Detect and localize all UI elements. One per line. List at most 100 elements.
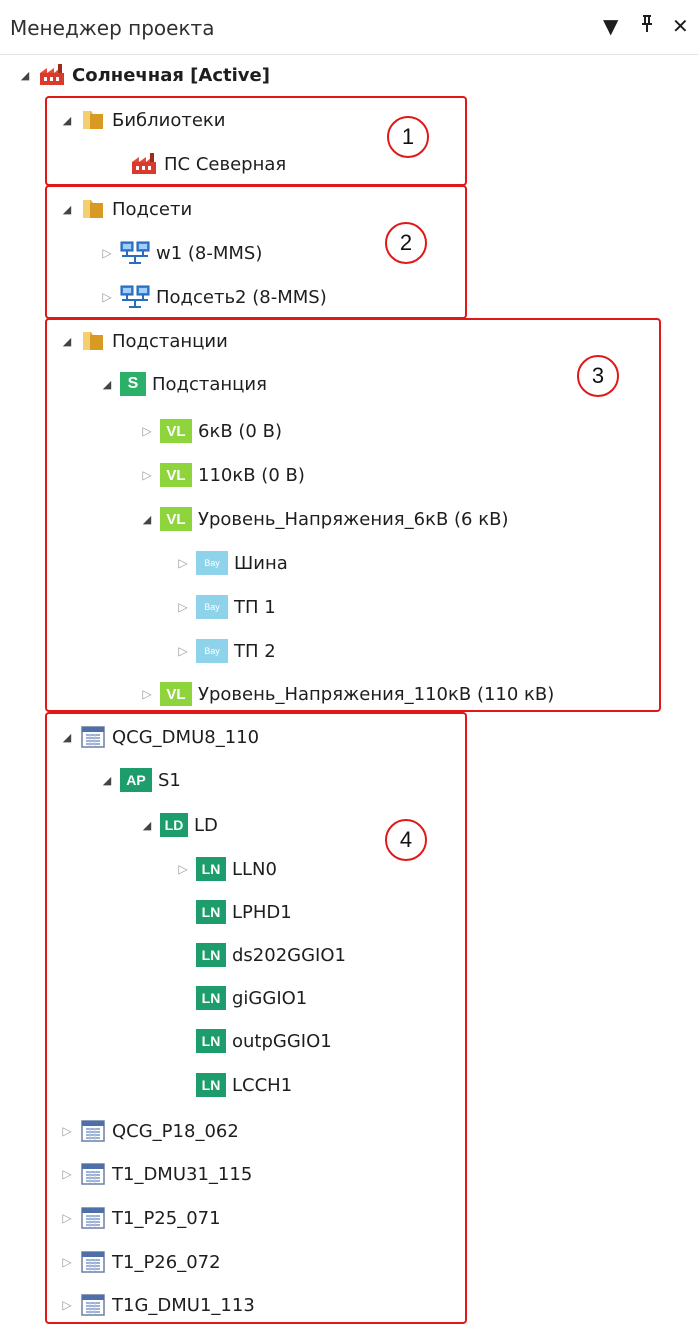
tree-node-label: ТП 1 bbox=[234, 596, 276, 618]
dropdown-icon[interactable]: ▼ bbox=[603, 14, 618, 38]
node-type-badge: VL bbox=[160, 682, 192, 706]
pin-icon[interactable] bbox=[640, 14, 654, 39]
expand-arrow-icon[interactable]: ▷ bbox=[60, 1298, 74, 1312]
node-type-badge: Bay bbox=[196, 551, 228, 575]
expand-arrow-icon[interactable]: ▷ bbox=[176, 556, 190, 570]
tree-node-label: Подстанции bbox=[112, 330, 228, 352]
factory-icon bbox=[130, 151, 158, 177]
expand-arrow-icon[interactable]: ▷ bbox=[60, 1167, 74, 1181]
expand-arrow-icon[interactable]: ▷ bbox=[140, 687, 154, 701]
tree-node-label: ТП 2 bbox=[234, 640, 276, 662]
tree-node[interactable]: ◢ QCG_DMU8_110 bbox=[60, 718, 259, 756]
tree-node[interactable]: LN giGGIO1 bbox=[176, 979, 307, 1017]
tree-node-label: 110кВ (0 В) bbox=[198, 464, 305, 486]
expand-arrow-icon[interactable]: ▷ bbox=[60, 1124, 74, 1138]
tree-node[interactable]: ПС Северная bbox=[110, 145, 286, 183]
ied-icon bbox=[80, 1161, 106, 1187]
voltage-level-icon: VL bbox=[160, 681, 192, 707]
expand-arrow-icon[interactable]: ▷ bbox=[176, 600, 190, 614]
tree-node[interactable]: ◢ LD LD bbox=[140, 806, 218, 844]
node-type-badge: LN bbox=[196, 1073, 226, 1097]
tree-node-label: Подстанция bbox=[152, 373, 267, 395]
collapse-arrow-icon[interactable]: ◢ bbox=[60, 113, 74, 127]
tree-node[interactable]: ◢ AP S1 bbox=[100, 761, 181, 799]
expand-arrow-icon[interactable]: ▷ bbox=[176, 644, 190, 658]
tree-node[interactable]: ▷ Bay ТП 2 bbox=[176, 632, 276, 670]
collapse-arrow-icon[interactable]: ◢ bbox=[18, 68, 32, 82]
tree-node-label: LLN0 bbox=[232, 858, 277, 880]
expand-arrow-icon[interactable]: ▷ bbox=[140, 468, 154, 482]
close-icon[interactable]: ✕ bbox=[672, 14, 689, 38]
callout-1: 1 bbox=[387, 116, 429, 158]
tree-node[interactable]: ◢ S Подстанция bbox=[100, 365, 267, 403]
tree-node-label: Библиотеки bbox=[112, 109, 226, 131]
expand-arrow-icon[interactable]: ▷ bbox=[176, 862, 190, 876]
logical-node-icon: LN bbox=[196, 1028, 226, 1054]
node-type-badge: Bay bbox=[196, 639, 228, 663]
node-type-badge: VL bbox=[160, 463, 192, 487]
tree-node[interactable]: ▷ QCG_P18_062 bbox=[60, 1112, 239, 1150]
tree-node[interactable]: ▷ LN LLN0 bbox=[176, 850, 277, 888]
callout-2: 2 bbox=[385, 222, 427, 264]
expand-arrow-icon[interactable]: ▷ bbox=[100, 290, 114, 304]
tree-node[interactable]: ▷ Подсеть2 (8-MMS) bbox=[100, 278, 327, 316]
collapse-arrow-icon[interactable]: ◢ bbox=[140, 512, 154, 526]
collapse-arrow-icon[interactable]: ◢ bbox=[60, 334, 74, 348]
tree-node[interactable]: ▷ T1_P26_072 bbox=[60, 1243, 221, 1281]
tree-node-label: giGGIO1 bbox=[232, 987, 308, 1009]
collapse-arrow-icon[interactable]: ◢ bbox=[140, 818, 154, 832]
tree-node[interactable]: ▷ T1_P25_071 bbox=[60, 1199, 221, 1237]
collapse-arrow-icon[interactable]: ◢ bbox=[100, 377, 114, 391]
node-type-badge: LD bbox=[160, 813, 188, 837]
logical-node-icon: LN bbox=[196, 942, 226, 968]
tree-node[interactable]: ▷ T1G_DMU1_113 bbox=[60, 1286, 255, 1324]
panel-title: Менеджер проекта bbox=[10, 16, 215, 40]
expand-arrow-icon[interactable]: ▷ bbox=[60, 1255, 74, 1269]
expand-arrow-icon[interactable]: ▷ bbox=[140, 424, 154, 438]
ied-icon bbox=[80, 724, 106, 750]
expand-arrow-icon[interactable]: ▷ bbox=[100, 246, 114, 260]
tree-node-label: Подсети bbox=[112, 198, 193, 220]
tree-node-label: ds202GGIO1 bbox=[232, 944, 346, 966]
ied-icon bbox=[80, 1292, 106, 1318]
tree-node[interactable]: ▷ VL 6кВ (0 В) bbox=[140, 412, 282, 450]
node-type-badge: LN bbox=[196, 857, 226, 881]
expand-arrow-icon[interactable]: ▷ bbox=[60, 1211, 74, 1225]
tree-node-label: S1 bbox=[158, 769, 181, 791]
voltage-level-icon: VL bbox=[160, 462, 192, 488]
tree-node-label: T1_DMU31_115 bbox=[112, 1163, 253, 1185]
project-tree: ◢ Солнечная [Active] ◢ Библиотеки ПС Северна… bbox=[0, 56, 698, 1327]
collapse-arrow-icon[interactable]: ◢ bbox=[60, 202, 74, 216]
tree-node[interactable]: ▷ Bay Шина bbox=[176, 544, 288, 582]
tree-node[interactable]: LN outpGGIO1 bbox=[176, 1022, 332, 1060]
tree-node[interactable]: ▷ VL Уровень_Напряжения_110кВ (110 кВ) bbox=[140, 675, 554, 713]
tree-node[interactable]: ◢ Подсети bbox=[60, 190, 192, 228]
tree-node-label: 6кВ (0 В) bbox=[198, 420, 282, 442]
folder-icon bbox=[80, 107, 106, 133]
collapse-arrow-icon[interactable]: ◢ bbox=[60, 730, 74, 744]
panel-header: Менеджер проекта ▼ ✕ bbox=[0, 0, 698, 55]
collapse-arrow-icon[interactable]: ◢ bbox=[100, 773, 114, 787]
tree-node[interactable]: ◢ Библиотеки bbox=[60, 101, 226, 139]
tree-node[interactable]: ▷ Bay ТП 1 bbox=[176, 588, 276, 626]
tree-node[interactable]: ▷ T1_DMU31_115 bbox=[60, 1155, 252, 1193]
ied-icon bbox=[80, 1249, 106, 1275]
tree-node-label: LCCH1 bbox=[232, 1074, 293, 1096]
logical-node-icon: LN bbox=[196, 899, 226, 925]
tree-node[interactable]: ▷ VL 110кВ (0 В) bbox=[140, 456, 305, 494]
node-type-badge: S bbox=[120, 372, 146, 396]
tree-node-label: QCG_DMU8_110 bbox=[112, 726, 260, 748]
tree-node[interactable]: LN LPHD1 bbox=[176, 893, 292, 931]
tree-node[interactable]: ◢ VL Уровень_Напряжения_6кВ (6 кВ) bbox=[140, 500, 508, 538]
tree-node[interactable]: ◢ Подстанции bbox=[60, 322, 228, 360]
bay-icon: Bay bbox=[196, 594, 228, 620]
tree-node[interactable]: LN ds202GGIO1 bbox=[176, 936, 346, 974]
tree-node[interactable]: LN LCCH1 bbox=[176, 1066, 292, 1104]
voltage-level-icon: VL bbox=[160, 418, 192, 444]
tree-node-label: Уровень_Напряжения_110кВ (110 кВ) bbox=[198, 683, 555, 705]
logical-node-icon: LN bbox=[196, 856, 226, 882]
bay-icon: Bay bbox=[196, 638, 228, 664]
tree-node[interactable]: ◢ Солнечная [Active] bbox=[18, 56, 270, 94]
node-type-badge: LN bbox=[196, 943, 226, 967]
tree-node[interactable]: ▷ w1 (8-MMS) bbox=[100, 234, 262, 272]
